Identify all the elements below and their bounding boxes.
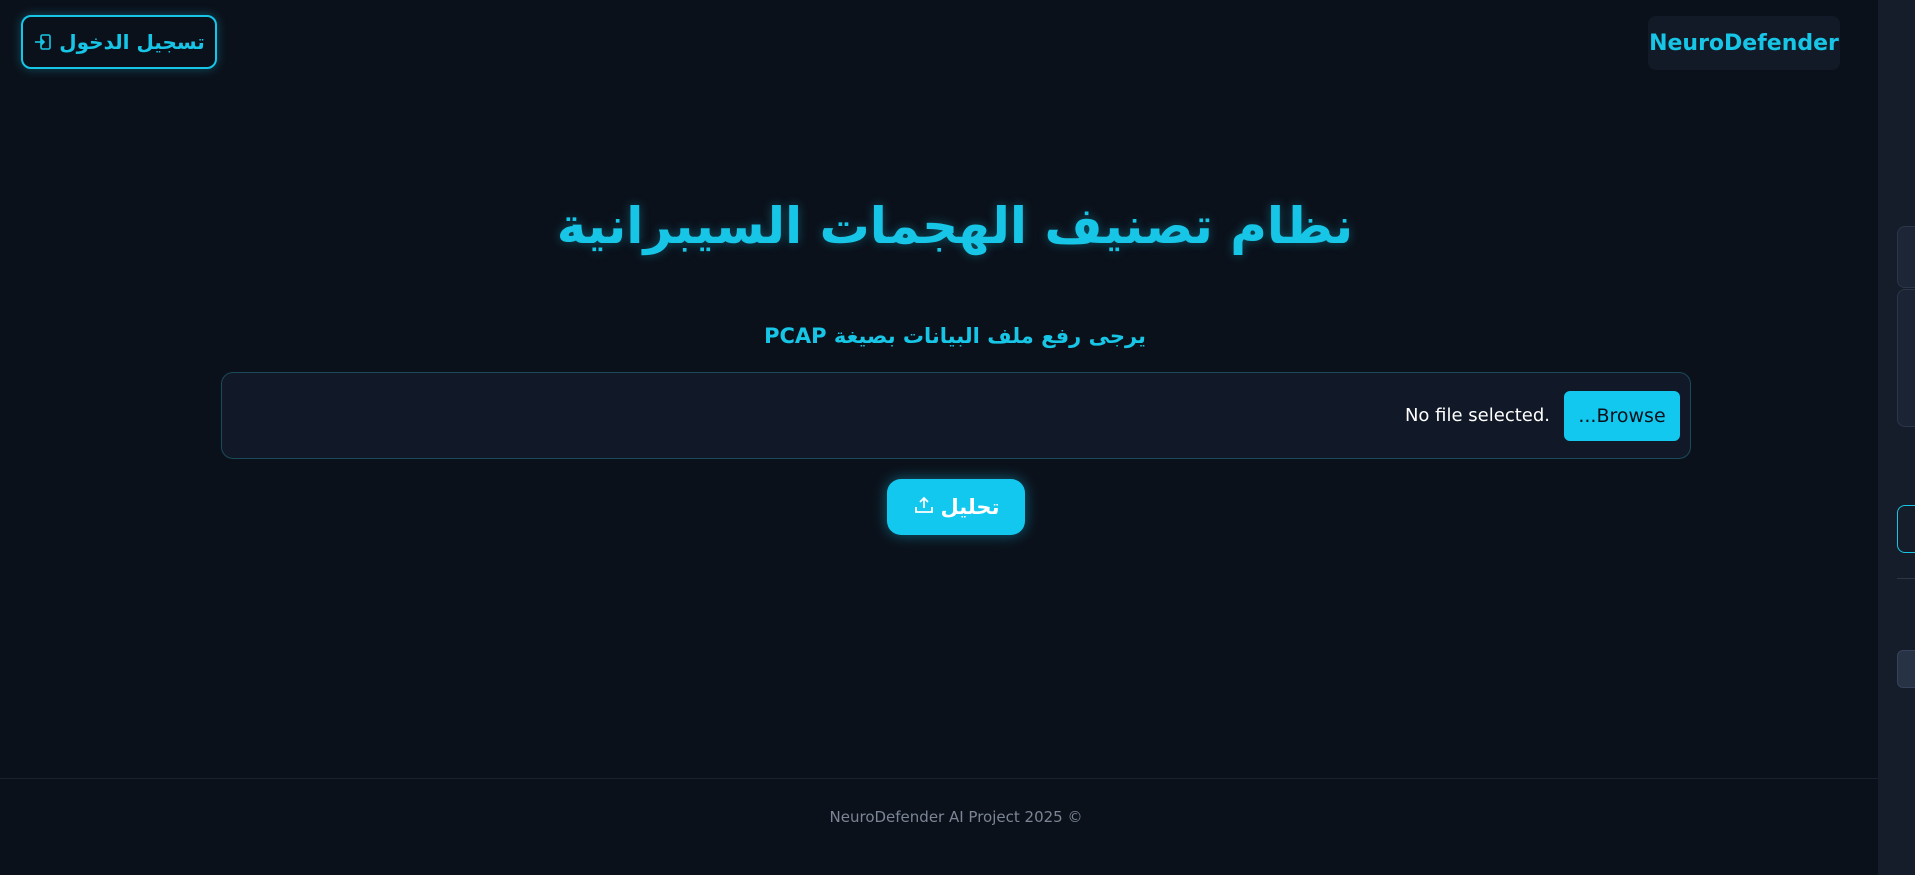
login-label: تسجيل الدخول	[59, 30, 205, 54]
side-panel-button[interactable]	[1897, 650, 1915, 688]
file-status-text: No file selected.	[1404, 405, 1550, 426]
footer-divider	[0, 778, 1878, 779]
footer-copyright: NeuroDefender AI Project 2025 ©	[829, 808, 1083, 826]
side-panel-divider	[1897, 578, 1915, 579]
browse-button[interactable]: ...Browse	[1564, 391, 1680, 441]
analyze-label: تحليل	[940, 495, 1000, 519]
brand-logo[interactable]: NeuroDefender	[1648, 16, 1840, 70]
page: تسجيل الدخول NeuroDefender نظام تصنيف ال…	[0, 0, 1915, 875]
side-panel-button[interactable]	[1897, 505, 1915, 553]
sign-in-icon	[33, 32, 53, 52]
login-button[interactable]: تسجيل الدخول	[21, 15, 217, 69]
page-title: نظام تصنيف الهجمات السيبرانية	[556, 197, 1354, 255]
upload-prompt: يرجى رفع ملف البيانات بصيغة PCAP	[764, 324, 1146, 348]
upload-icon	[913, 494, 935, 521]
side-panel	[1878, 0, 1915, 875]
side-panel-card[interactable]	[1897, 226, 1915, 288]
analyze-button[interactable]: تحليل	[887, 479, 1025, 535]
main-area: تسجيل الدخول NeuroDefender نظام تصنيف ال…	[0, 0, 1878, 875]
side-panel-card[interactable]	[1897, 289, 1915, 427]
